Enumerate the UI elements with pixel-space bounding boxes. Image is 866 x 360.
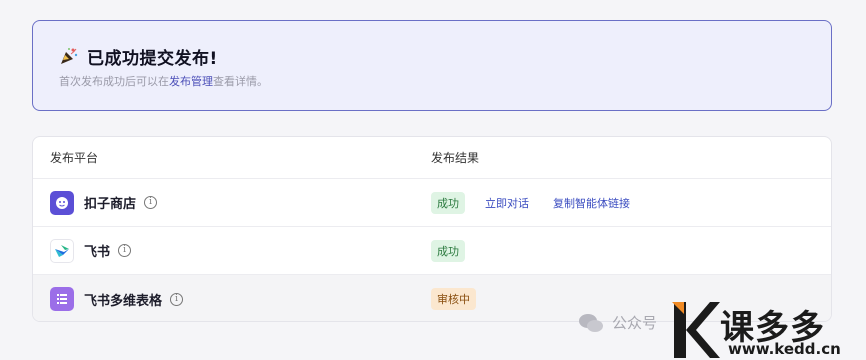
publish-management-link[interactable]: 发布管理 bbox=[169, 75, 213, 88]
start-chat-link[interactable]: 立即对话 bbox=[485, 195, 529, 211]
result-cell: 审核中 bbox=[431, 288, 476, 310]
header-result: 发布结果 bbox=[431, 151, 480, 165]
party-popper-icon bbox=[61, 48, 78, 64]
wechat-watermark-text: 公众号 bbox=[612, 314, 658, 332]
kouzi-store-icon bbox=[50, 190, 74, 215]
banner-subtitle: 首次发布成功后可以在发布管理查看详情。 bbox=[59, 73, 831, 89]
platform-cell: 飞书 i bbox=[50, 238, 132, 263]
platform-cell: 飞书多维表格 i bbox=[50, 287, 184, 311]
info-icon[interactable]: i bbox=[170, 292, 184, 306]
table-row-kouzi: 扣子商店 i 成功 立即对话 复制智能体链接 bbox=[33, 179, 831, 227]
brand-logo-icon bbox=[672, 302, 720, 358]
status-badge: 成功 bbox=[431, 191, 465, 214]
platform-name: 飞书多维表格 bbox=[84, 293, 163, 309]
table-header: 发布平台 发布结果 bbox=[33, 137, 831, 179]
info-icon[interactable]: i bbox=[144, 196, 158, 209]
header-platform: 发布平台 bbox=[50, 151, 99, 165]
status-badge: 审核中 bbox=[431, 288, 476, 310]
status-badge: 成功 bbox=[431, 239, 465, 262]
banner-sub-prefix: 首次发布成功后可以在 bbox=[59, 75, 169, 88]
success-banner: 已成功提交发布! 首次发布成功后可以在发布管理查看详情。 bbox=[32, 20, 832, 111]
banner-title: 已成功提交发布! bbox=[87, 48, 218, 69]
result-cell: 成功 bbox=[431, 239, 465, 262]
feishu-bitable-icon bbox=[50, 287, 74, 311]
wechat-icon bbox=[579, 313, 603, 332]
publish-results-table: 发布平台 发布结果 扣子商店 i 成功 立即对话 复制智能体链接 飞书 i 成功 bbox=[32, 136, 832, 322]
brand-url: www.kedd.cn bbox=[728, 340, 841, 358]
banner-sub-suffix: 查看详情。 bbox=[213, 75, 268, 88]
table-row-feishu: 飞书 i 成功 bbox=[33, 227, 831, 275]
wechat-watermark: 公众号 bbox=[578, 312, 657, 333]
feishu-icon bbox=[50, 238, 74, 263]
info-icon[interactable]: i bbox=[118, 244, 132, 257]
platform-name: 飞书 bbox=[84, 245, 111, 260]
brand-watermark: 课多多 www.kedd.cn bbox=[670, 300, 866, 360]
platform-name: 扣子商店 bbox=[84, 197, 137, 212]
platform-cell: 扣子商店 i bbox=[50, 190, 158, 215]
result-cell: 成功 立即对话 复制智能体链接 bbox=[431, 191, 630, 214]
banner-title-row: 已成功提交发布! bbox=[59, 45, 831, 69]
copy-agent-link[interactable]: 复制智能体链接 bbox=[553, 195, 630, 211]
